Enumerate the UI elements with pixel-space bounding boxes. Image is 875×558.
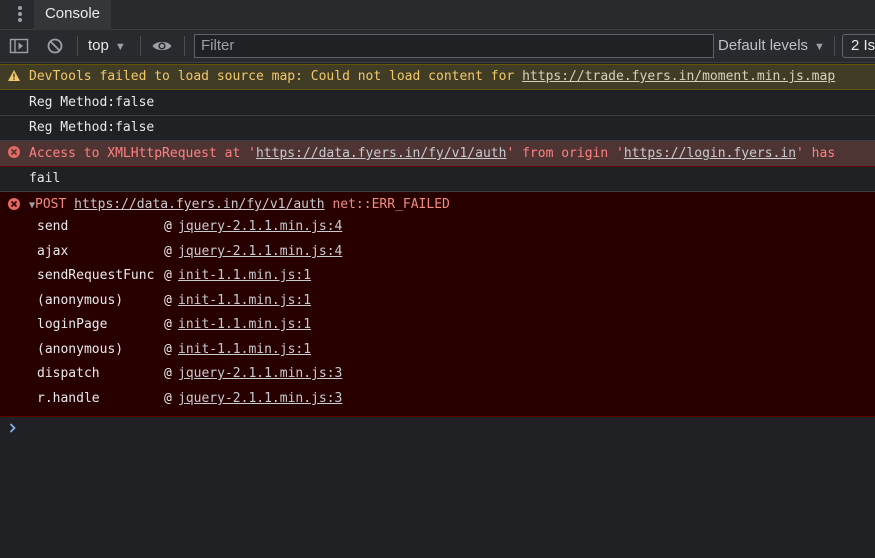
context-selector[interactable]: top ▼ [88,30,126,62]
stack-location-link[interactable]: jquery-2.1.1.min.js:4 [178,215,342,239]
stack-location-link[interactable]: jquery-2.1.1.min.js:4 [178,240,342,264]
stack-location-link[interactable]: init-1.1.min.js:1 [178,313,311,337]
log-levels-dropdown[interactable]: Default levels ▼ [718,30,825,62]
console-error-message: Access to XMLHttpRequest at 'https://dat… [0,141,875,167]
stack-function: ajax [37,244,69,259]
stack-at-symbol: @ [164,366,172,381]
toolbar-divider [77,36,78,56]
cors-error-suffix: ' has [796,146,836,161]
devtools-tab-strip: Console [0,0,875,31]
stack-at-symbol: @ [164,244,172,259]
console-error-stack-block: ▼POST https://data.fyers.in/fy/v1/auth n… [0,192,875,417]
log-text: Reg Method:false [29,120,155,135]
toolbar-divider [140,36,141,56]
chevron-right-icon [8,423,18,438]
console-log-message: Reg Method:false [0,116,875,141]
console-log-message: Reg Method:false [0,90,875,116]
cors-request-url-link[interactable]: https://data.fyers.in/fy/v1/auth [256,146,506,161]
live-expression-eye-icon[interactable] [151,37,173,55]
error-icon [7,141,21,166]
toolbar-divider [184,36,185,56]
chevron-down-icon: ▼ [814,41,825,53]
stack-location-link[interactable]: init-1.1.min.js:1 [178,289,311,313]
source-map-link[interactable]: https://trade.fyers.in/moment.min.js.map [522,69,835,84]
post-method: POST [35,197,67,212]
console-warning-message: DevTools failed to load source map: Coul… [0,64,875,90]
console-log-message: fail [0,167,875,192]
log-text: Reg Method:false [29,95,155,110]
chevron-down-icon: ▼ [114,41,126,53]
clear-console-icon[interactable] [45,37,65,55]
stack-location-link[interactable]: init-1.1.min.js:1 [178,338,311,362]
cors-origin-link[interactable]: https://login.fyers.in [624,146,796,161]
stack-function: (anonymous) [37,342,124,357]
post-url-link[interactable]: https://data.fyers.in/fy/v1/auth [74,197,324,212]
toolbar-divider [834,36,835,56]
stack-function: send [37,219,69,234]
stack-location-link[interactable]: jquery-2.1.1.min.js:3 [178,387,342,411]
stack-location-link[interactable]: jquery-2.1.1.min.js:3 [178,362,342,386]
log-text: fail [29,171,61,186]
filter-input[interactable]: Filter [194,34,714,58]
post-status: net::ERR_FAILED [332,197,450,212]
stack-function: dispatch [37,366,100,381]
cors-error-middle: ' from origin ' [506,146,624,161]
stack-at-symbol: @ [164,391,172,406]
console-prompt[interactable] [8,421,18,438]
stack-function: loginPage [37,317,108,332]
stack-at-symbol: @ [164,268,172,283]
stack-function: r.handle [37,391,100,406]
stack-location-link[interactable]: init-1.1.min.js:1 [178,264,311,288]
stack-at-symbol: @ [164,293,172,308]
console-toolbar: top ▼ Filter Default levels ▼ 2 Is [0,30,875,63]
warning-icon [7,65,21,89]
stack-function: (anonymous) [37,293,124,308]
sidebar-toggle-icon[interactable] [9,37,29,55]
issues-counter-button[interactable]: 2 Is [842,34,875,58]
stack-at-symbol: @ [164,317,172,332]
stack-function: sendRequestFunc [37,268,155,283]
warning-text: DevTools failed to load source map: Coul… [29,69,523,84]
log-levels-label: Default levels [718,37,809,54]
error-icon [7,193,21,221]
stack-at-symbol: @ [164,342,172,357]
more-options-icon[interactable] [12,5,28,23]
context-label: top [88,37,109,54]
tab-console[interactable]: Console [34,0,111,31]
cors-error-prefix: Access to XMLHttpRequest at ' [29,146,256,161]
stack-at-symbol: @ [164,219,172,234]
